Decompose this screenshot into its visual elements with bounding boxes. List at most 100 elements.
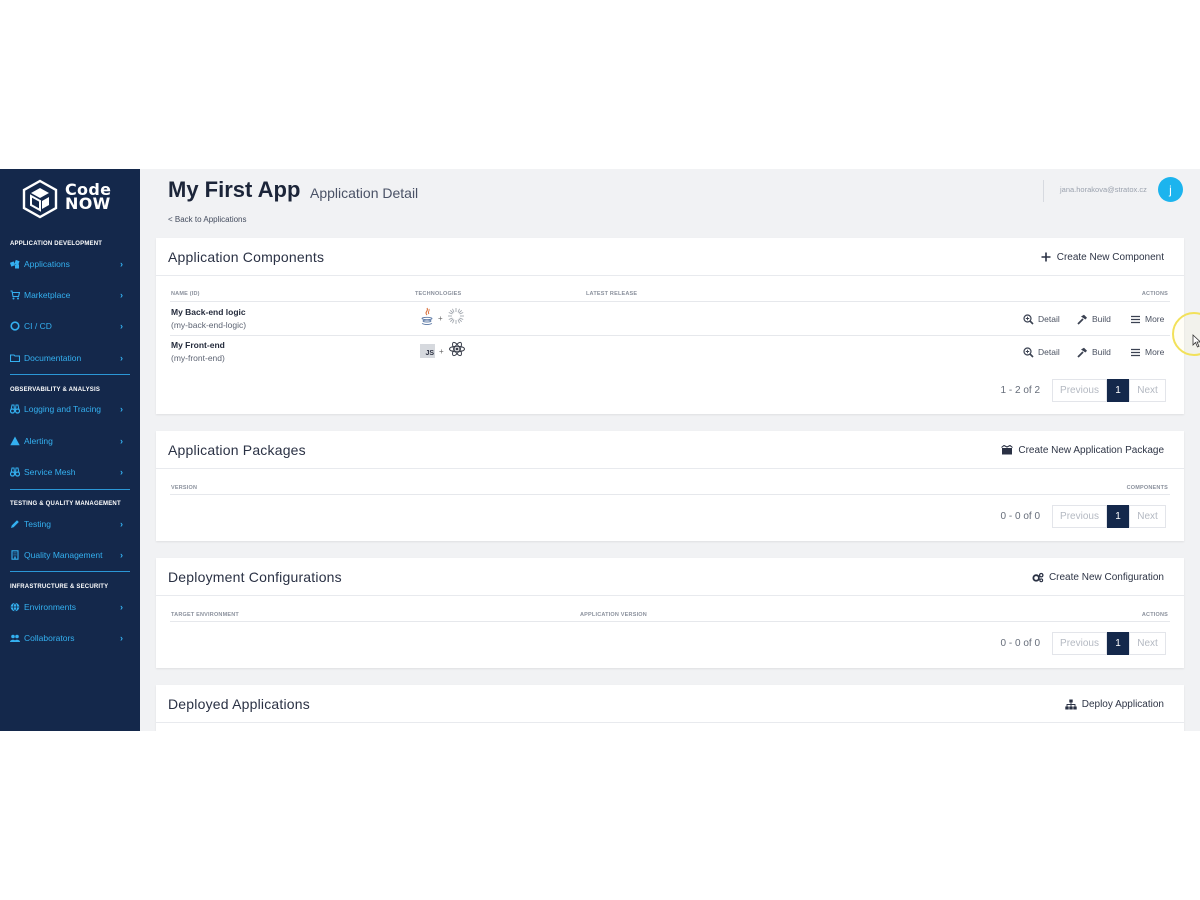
js-badge-text: JS	[425, 350, 434, 357]
sidebar-item-label: Alerting	[24, 436, 53, 446]
sidebar-item-alerting[interactable]: Alerting ›	[0, 430, 140, 452]
zoom-icon	[1022, 346, 1034, 358]
components-pagination: 1 - 2 of 2 Previous 1 Next	[1001, 379, 1166, 402]
cogs-icon	[1032, 571, 1044, 583]
codenow-logo[interactable]: Code NOW	[22, 179, 122, 219]
zoom-icon	[1022, 313, 1034, 325]
previous-page-button[interactable]: Previous	[1052, 379, 1107, 402]
page-subtitle: Application Detail	[310, 185, 419, 201]
chevron-right-icon: ›	[120, 467, 123, 477]
spring-icon	[447, 307, 465, 330]
page-number-button[interactable]: 1	[1107, 632, 1129, 655]
sidebar-item-quality[interactable]: Quality Management ›	[0, 544, 140, 566]
sidebar-item-service-mesh[interactable]: Service Mesh ›	[0, 461, 140, 483]
build-button[interactable]: Build	[1076, 346, 1111, 358]
previous-page-button[interactable]: Previous	[1052, 632, 1107, 655]
hammer-icon	[1076, 313, 1088, 325]
detail-button[interactable]: Detail	[1022, 346, 1060, 358]
components-card: Application Components Create New Compon…	[156, 238, 1184, 414]
create-package-button[interactable]: Create New Application Package	[1001, 444, 1164, 456]
chevron-right-icon: ›	[120, 602, 123, 612]
plus-icon	[1040, 251, 1052, 263]
sidebar-divider	[10, 571, 130, 572]
sidebar-item-environments[interactable]: Environments ›	[0, 596, 140, 618]
col-head-version: VERSION	[171, 485, 198, 491]
pagination-count: 1 - 2 of 2	[1000, 385, 1040, 396]
create-package-label: Create New Application Package	[1018, 444, 1164, 456]
sidebar-item-documentation[interactable]: Documentation ›	[0, 347, 140, 369]
avatar[interactable]: j	[1158, 177, 1183, 202]
chevron-right-icon: ›	[120, 633, 123, 643]
col-head-application-version: APPLICATION VERSION	[580, 612, 647, 618]
deployment-configs-card-header: Deployment Configurations Create New Con…	[156, 558, 1184, 596]
page-header: My First App Application Detail < Back t…	[140, 169, 1200, 239]
sidebar: Code NOW APPLICATION DEVELOPMENT Applica…	[0, 169, 140, 731]
sidebar-item-label: Testing	[24, 519, 51, 529]
sidebar-divider	[10, 374, 130, 375]
build-label: Build	[1092, 314, 1111, 324]
user-email[interactable]: jana.horakova@stratox.cz	[1060, 185, 1147, 194]
sidebar-item-testing[interactable]: Testing ›	[0, 513, 140, 535]
page-title: My First App	[168, 177, 301, 202]
component-name[interactable]: My Back-end logic	[171, 307, 246, 317]
create-component-button[interactable]: Create New Component	[1040, 251, 1164, 263]
sidebar-item-logging[interactable]: Logging and Tracing ›	[0, 398, 140, 420]
hammer-icon	[1076, 346, 1088, 358]
more-button[interactable]: More	[1129, 346, 1164, 358]
logo-text: Code NOW	[65, 182, 111, 212]
pagination-count: 0 - 0 of 0	[1000, 638, 1040, 649]
more-label: More	[1145, 314, 1165, 324]
chevron-right-icon: ›	[120, 290, 123, 300]
more-label: More	[1145, 347, 1165, 357]
page-number-button[interactable]: 1	[1107, 505, 1129, 528]
sidebar-item-cicd[interactable]: CI / CD ›	[0, 315, 140, 337]
tech-plus: +	[438, 313, 443, 323]
create-configuration-button[interactable]: Create New Configuration	[1032, 571, 1164, 583]
sidebar-item-marketplace[interactable]: Marketplace ›	[0, 284, 140, 306]
section-title-testing: TESTING & QUALITY MANAGEMENT	[10, 501, 121, 507]
next-page-button[interactable]: Next	[1129, 505, 1166, 528]
page-number-button[interactable]: 1	[1107, 379, 1129, 402]
table-header-line	[170, 301, 1170, 302]
deployed-applications-card: Deployed Applications Deploy Application	[156, 685, 1184, 731]
cart-icon	[10, 290, 20, 300]
sidebar-item-label: Collaborators	[24, 633, 75, 643]
back-to-applications-link[interactable]: < Back to Applications	[168, 215, 247, 224]
sidebar-item-label: Logging and Tracing	[24, 404, 102, 414]
chevron-right-icon: ›	[120, 436, 123, 446]
deploy-application-button[interactable]: Deploy Application	[1065, 698, 1164, 710]
sidebar-item-applications[interactable]: Applications ›	[0, 253, 140, 275]
table-header-line	[170, 621, 1170, 622]
sidebar-divider	[10, 489, 130, 490]
detail-label: Detail	[1038, 347, 1060, 357]
sidebar-item-label: Environments	[24, 602, 76, 612]
deploy-application-label: Deploy Application	[1081, 698, 1164, 710]
previous-page-button[interactable]: Previous	[1052, 505, 1107, 528]
deployment-configs-pagination: 0 - 0 of 0 Previous 1 Next	[1001, 632, 1166, 655]
detail-button[interactable]: Detail	[1022, 313, 1060, 325]
row-divider	[170, 335, 1170, 336]
col-head-latest-release: LATEST RELEASE	[586, 291, 638, 297]
warning-icon	[10, 436, 20, 446]
section-title-app-dev: APPLICATION DEVELOPMENT	[10, 241, 103, 247]
tech-plus: +	[439, 346, 444, 356]
more-button[interactable]: More	[1129, 313, 1164, 325]
component-id: (my-back-end-logic)	[171, 320, 247, 330]
building-icon	[10, 550, 20, 560]
packages-title: Application Packages	[168, 442, 306, 458]
pagination-count: 0 - 0 of 0	[1000, 511, 1040, 522]
sidebar-item-collaborators[interactable]: Collaborators ›	[0, 627, 140, 649]
mouse-pointer-icon	[1192, 334, 1200, 348]
component-id: (my-front-end)	[171, 353, 225, 363]
next-page-button[interactable]: Next	[1129, 632, 1166, 655]
component-name[interactable]: My Front-end	[171, 340, 225, 350]
deployed-applications-card-header: Deployed Applications Deploy Application	[156, 685, 1184, 723]
col-head-components: COMPONENTS	[1126, 485, 1168, 491]
build-button[interactable]: Build	[1076, 313, 1111, 325]
create-component-label: Create New Component	[1056, 251, 1164, 263]
chevron-right-icon: ›	[120, 519, 123, 529]
sidebar-item-label: Marketplace	[24, 290, 71, 300]
col-head-actions: ACTIONS	[1141, 291, 1168, 297]
next-page-button[interactable]: Next	[1129, 379, 1166, 402]
packages-card: Application Packages Create New Applicat…	[156, 431, 1184, 541]
